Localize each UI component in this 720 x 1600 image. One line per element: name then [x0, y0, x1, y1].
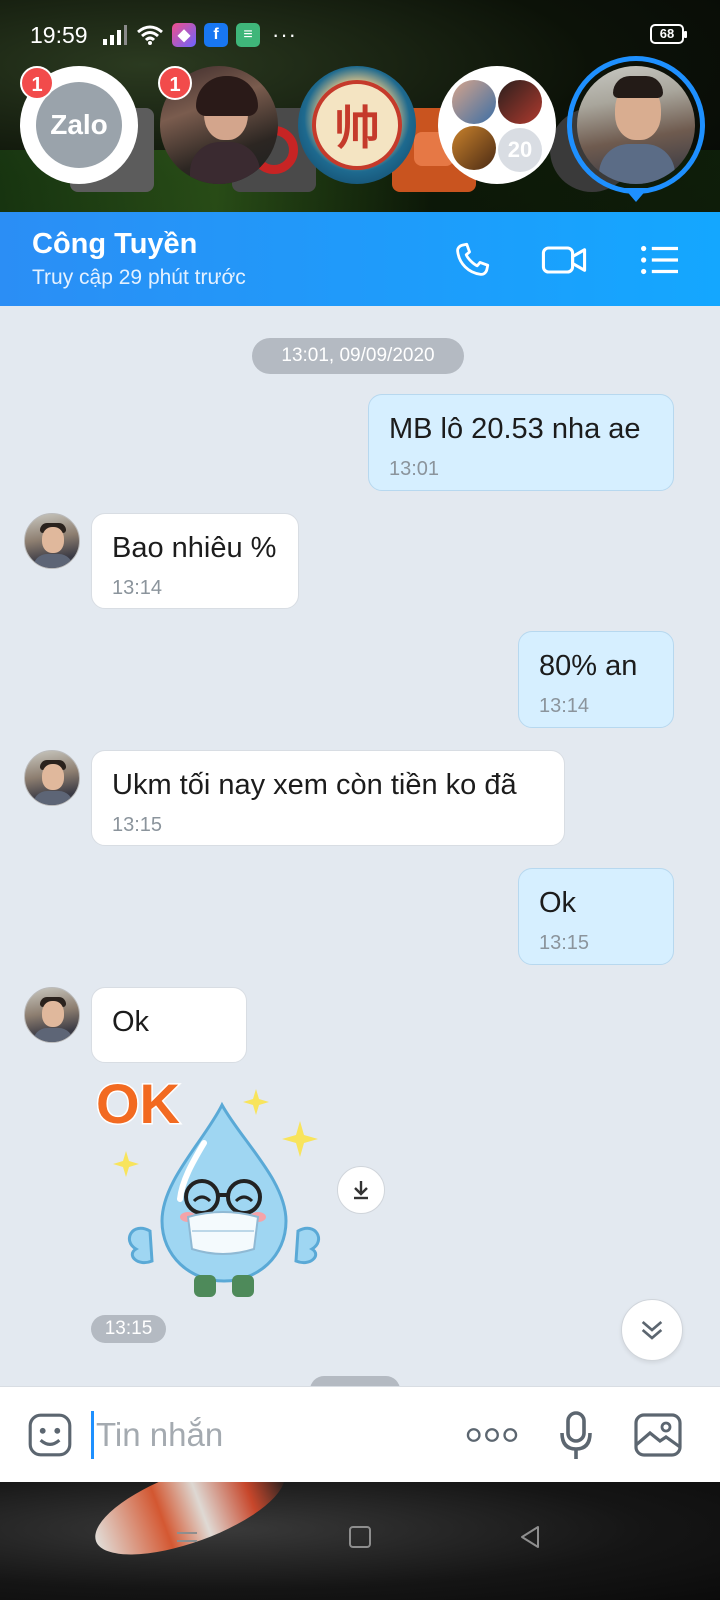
group-member-avatar — [452, 80, 496, 124]
message-bubble-incoming[interactable]: Bao nhiêu % 13:14 — [91, 513, 299, 609]
contact-avatar[interactable] — [24, 750, 80, 806]
sticker-text: OK — [96, 1072, 180, 1135]
sparkle-icon — [113, 1151, 139, 1177]
group-member-count: 20 — [498, 128, 542, 172]
boot-icon — [194, 1275, 216, 1297]
game-glyph: 帅 — [334, 101, 380, 155]
message-text: Ok — [112, 1006, 150, 1038]
app-notification-icon: ≡ — [236, 23, 260, 47]
list-menu-icon — [641, 245, 678, 275]
sparkle-icon — [243, 1089, 269, 1115]
unread-badge: 1 — [20, 66, 54, 100]
menu-lines-icon — [177, 1532, 197, 1542]
system-navigation-bar — [0, 1482, 720, 1600]
triangle-back-icon — [521, 1526, 539, 1548]
thumbs-up-left — [128, 1226, 154, 1264]
contact-avatar[interactable] — [24, 513, 80, 569]
message-bubble-outgoing[interactable]: MB lô 20.53 nha ae 13:01 — [368, 394, 674, 491]
scroll-to-bottom-button[interactable] — [621, 1299, 683, 1361]
video-call-button[interactable] — [540, 236, 588, 284]
facebook-notification-icon: f — [204, 23, 228, 47]
chat-header: Công Tuyền Truy cập 29 phút trước — [0, 212, 720, 306]
home-button[interactable] — [335, 1512, 385, 1562]
contact-avatar[interactable] — [24, 987, 80, 1043]
more-notifications-icon: ··· — [272, 22, 297, 47]
message-text: Ukm tối nay xem còn tiền ko đã — [112, 769, 517, 801]
face-mask — [186, 1211, 260, 1255]
chat-options-button[interactable] — [636, 236, 684, 284]
download-icon — [354, 1181, 368, 1200]
phone-icon — [456, 242, 490, 276]
status-time: 19:59 — [30, 22, 88, 48]
thumbs-up-right — [294, 1226, 320, 1264]
status-icons: ◆ f ≡ ··· — [102, 20, 297, 50]
message-bubble-outgoing[interactable]: 80% an 13:14 — [518, 631, 674, 728]
active-chat-pointer — [624, 188, 648, 202]
message-text: Bao nhiêu % — [112, 532, 277, 564]
wifi-icon — [137, 25, 163, 45]
video-camera-icon — [541, 246, 587, 274]
text-caret — [91, 1411, 94, 1459]
message-text: MB lô 20.53 nha ae — [389, 413, 641, 445]
message-input[interactable] — [96, 1409, 436, 1461]
double-chevron-down-icon — [641, 1320, 663, 1340]
xiangqi-piece-icon: 帅 — [312, 80, 402, 170]
messenger-notification-icon: ◆ — [172, 23, 196, 47]
more-dots-icon — [466, 1428, 518, 1442]
message-time: 13:01 — [389, 458, 440, 480]
voice-call-button[interactable] — [448, 236, 496, 284]
group-member-avatar — [498, 80, 542, 124]
contact-last-seen: Truy cập 29 phút trước — [32, 266, 246, 289]
message-bubble-incoming[interactable]: Ok — [91, 987, 247, 1063]
battery-icon: 68 — [650, 24, 687, 44]
voice-message-button[interactable] — [550, 1409, 602, 1461]
image-gallery-icon — [634, 1413, 682, 1457]
unread-badge: 1 — [158, 66, 192, 100]
signal-icon — [103, 25, 127, 45]
message-composer — [0, 1386, 720, 1482]
message-time: 13:15 — [112, 814, 163, 836]
message-text: 80% an — [539, 650, 638, 682]
message-text: Ok — [539, 887, 577, 919]
message-time: 13:14 — [112, 577, 163, 599]
ok-water-drop-sticker[interactable]: OK — [92, 1071, 332, 1306]
message-list[interactable]: 13:01, 09/09/2020 MB lô 20.53 nha ae 13:… — [0, 306, 720, 1386]
group-member-avatar — [452, 126, 496, 170]
message-time: 13:14 — [539, 695, 590, 717]
chat-head-game[interactable]: 帅 — [298, 66, 416, 184]
send-photo-button[interactable] — [632, 1409, 684, 1461]
date-separator-partial — [310, 1376, 400, 1386]
contact-name[interactable]: Công Tuyền — [32, 228, 197, 261]
sticker-time: 13:15 — [91, 1315, 166, 1343]
square-home-icon — [349, 1526, 371, 1548]
sparkle-icon — [282, 1121, 318, 1157]
message-bubble-incoming[interactable]: Ukm tối nay xem còn tiền ko đã 13:15 — [91, 750, 565, 846]
chat-head-group[interactable]: 20 — [438, 66, 556, 184]
back-button[interactable] — [505, 1512, 555, 1562]
chat-head-active-contact[interactable] — [577, 66, 695, 184]
chat-heads-overlay: 19:59 ◆ f ≡ ··· 68 Zalo 1 1 帅 20 — [0, 0, 720, 216]
emoji-icon — [28, 1413, 72, 1457]
date-separator: 13:01, 09/09/2020 — [252, 338, 464, 374]
download-sticker-button[interactable] — [337, 1166, 385, 1214]
zalo-logo-label: Zalo — [50, 109, 108, 140]
message-time: 13:15 — [539, 932, 590, 954]
sticker-emoji-button[interactable] — [24, 1409, 76, 1461]
more-options-button[interactable] — [466, 1409, 518, 1461]
recent-apps-button[interactable] — [162, 1512, 212, 1562]
message-bubble-outgoing[interactable]: Ok 13:15 — [518, 868, 674, 965]
microphone-icon — [560, 1411, 592, 1459]
